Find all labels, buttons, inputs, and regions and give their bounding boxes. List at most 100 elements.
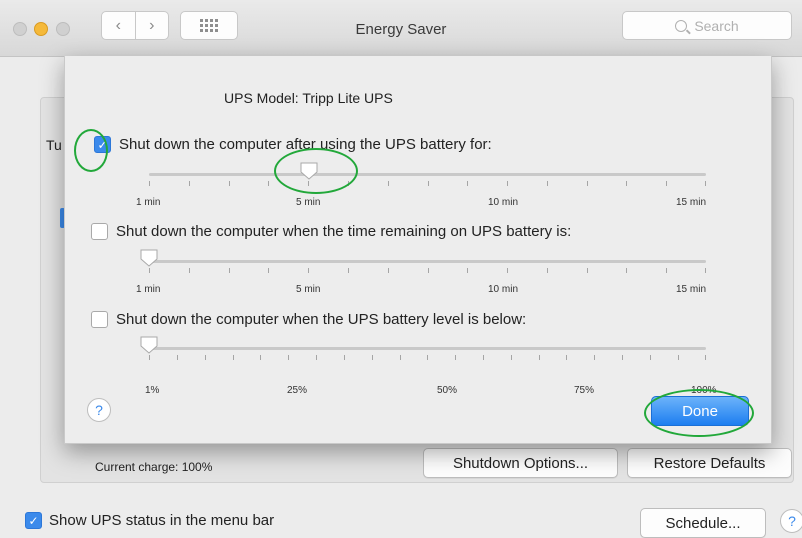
tick <box>587 268 588 273</box>
tick <box>177 355 178 360</box>
tick <box>316 355 317 360</box>
tick <box>566 355 567 360</box>
search-input[interactable]: Search <box>622 11 792 40</box>
tick <box>666 181 667 186</box>
sheet-help-button[interactable]: ? <box>87 398 111 422</box>
show-ups-status-label: Show UPS status in the menu bar <box>49 512 275 529</box>
tick <box>388 268 389 273</box>
option-battery-level[interactable]: Shut down the computer when the UPS batt… <box>91 311 526 328</box>
tick <box>678 355 679 360</box>
schedule-button[interactable]: Schedule... <box>640 508 766 538</box>
option-label: Shut down the computer after using the U… <box>119 136 492 153</box>
tick <box>388 181 389 186</box>
tick <box>149 355 150 360</box>
tick <box>189 181 190 186</box>
tick-label: 1 min <box>136 197 161 208</box>
tick <box>467 181 468 186</box>
slider-thumb[interactable] <box>300 162 318 180</box>
battery-time-slider[interactable] <box>149 159 706 199</box>
tick <box>539 355 540 360</box>
tick-label: 25% <box>287 385 308 396</box>
current-charge-label: Current charge: 100% <box>95 460 213 474</box>
search-placeholder: Search <box>694 17 739 34</box>
tick <box>260 355 261 360</box>
option-label: Shut down the computer when the time rem… <box>116 223 572 240</box>
tick-label: 15 min <box>676 284 707 295</box>
tick-label: 5 min <box>296 284 321 295</box>
tick <box>511 355 512 360</box>
tick <box>705 181 706 186</box>
obscured-label-left: Tu <box>46 137 62 153</box>
ups-model-label: UPS Model: Tripp Lite UPS <box>224 90 393 106</box>
tick <box>205 355 206 360</box>
checkbox-unchecked-icon[interactable] <box>91 223 108 240</box>
tick <box>149 181 150 186</box>
tick <box>705 355 706 360</box>
slider-thumb[interactable] <box>140 336 158 354</box>
shutdown-options-button[interactable]: Shutdown Options... <box>423 448 618 478</box>
tick <box>229 268 230 273</box>
search-icon <box>675 19 688 32</box>
tick <box>507 181 508 186</box>
time-remaining-slider[interactable] <box>140 246 706 286</box>
tick-label: 15 min <box>676 197 707 208</box>
title-bar: ‹ › Energy Saver Search <box>0 0 802 57</box>
slider-thumb[interactable] <box>140 249 158 267</box>
tick-label: 75% <box>574 385 595 396</box>
option-time-remaining[interactable]: Shut down the computer when the time rem… <box>91 223 571 240</box>
tick <box>705 268 706 273</box>
show-ups-status-checkbox[interactable]: ✓ Show UPS status in the menu bar <box>25 512 274 529</box>
tick <box>626 268 627 273</box>
tick <box>400 355 401 360</box>
tick-label: 10 min <box>488 197 519 208</box>
tick <box>455 355 456 360</box>
tick <box>233 355 234 360</box>
checkbox-unchecked-icon[interactable] <box>91 311 108 328</box>
tick <box>344 355 345 360</box>
tick <box>427 355 428 360</box>
tick-label: 5 min <box>296 197 321 208</box>
tick-label: 50% <box>437 385 458 396</box>
tick <box>348 181 349 186</box>
tick-label: 1 min <box>136 284 161 295</box>
tick <box>626 181 627 186</box>
done-button[interactable]: Done <box>651 396 749 426</box>
slider-track <box>149 347 706 350</box>
tick-label: 100% <box>691 385 717 396</box>
tick <box>308 268 309 273</box>
tick <box>428 181 429 186</box>
tick <box>268 268 269 273</box>
tick <box>467 268 468 273</box>
help-button[interactable]: ? <box>780 509 802 533</box>
tick <box>189 268 190 273</box>
tick <box>372 355 373 360</box>
option-label: Shut down the computer when the UPS batt… <box>116 311 527 328</box>
energy-saver-window: ‹ › Energy Saver Search Tu r Current cha… <box>0 0 802 538</box>
slider-track <box>149 173 706 176</box>
tick <box>650 355 651 360</box>
tick <box>268 181 269 186</box>
option-after-using-battery[interactable]: ✓ Shut down the computer after using the… <box>94 136 492 153</box>
checkbox-checked-icon[interactable]: ✓ <box>94 136 111 153</box>
checkbox-checked-icon[interactable]: ✓ <box>25 512 42 529</box>
slider-track <box>149 260 706 263</box>
tick <box>594 355 595 360</box>
tick <box>229 181 230 186</box>
tick <box>308 181 309 186</box>
tick-label: 1% <box>145 385 160 396</box>
tick <box>547 181 548 186</box>
tick <box>428 268 429 273</box>
tick <box>547 268 548 273</box>
tick <box>507 268 508 273</box>
battery-level-slider[interactable] <box>140 333 706 373</box>
tick <box>348 268 349 273</box>
tick-label: 10 min <box>488 284 519 295</box>
tick <box>483 355 484 360</box>
restore-defaults-button[interactable]: Restore Defaults <box>627 448 792 478</box>
tick <box>622 355 623 360</box>
tick <box>288 355 289 360</box>
ups-shutdown-sheet: UPS Model: Tripp Lite UPS ✓ Shut down th… <box>64 56 772 444</box>
tick <box>587 181 588 186</box>
tick <box>149 268 150 273</box>
tick <box>666 268 667 273</box>
